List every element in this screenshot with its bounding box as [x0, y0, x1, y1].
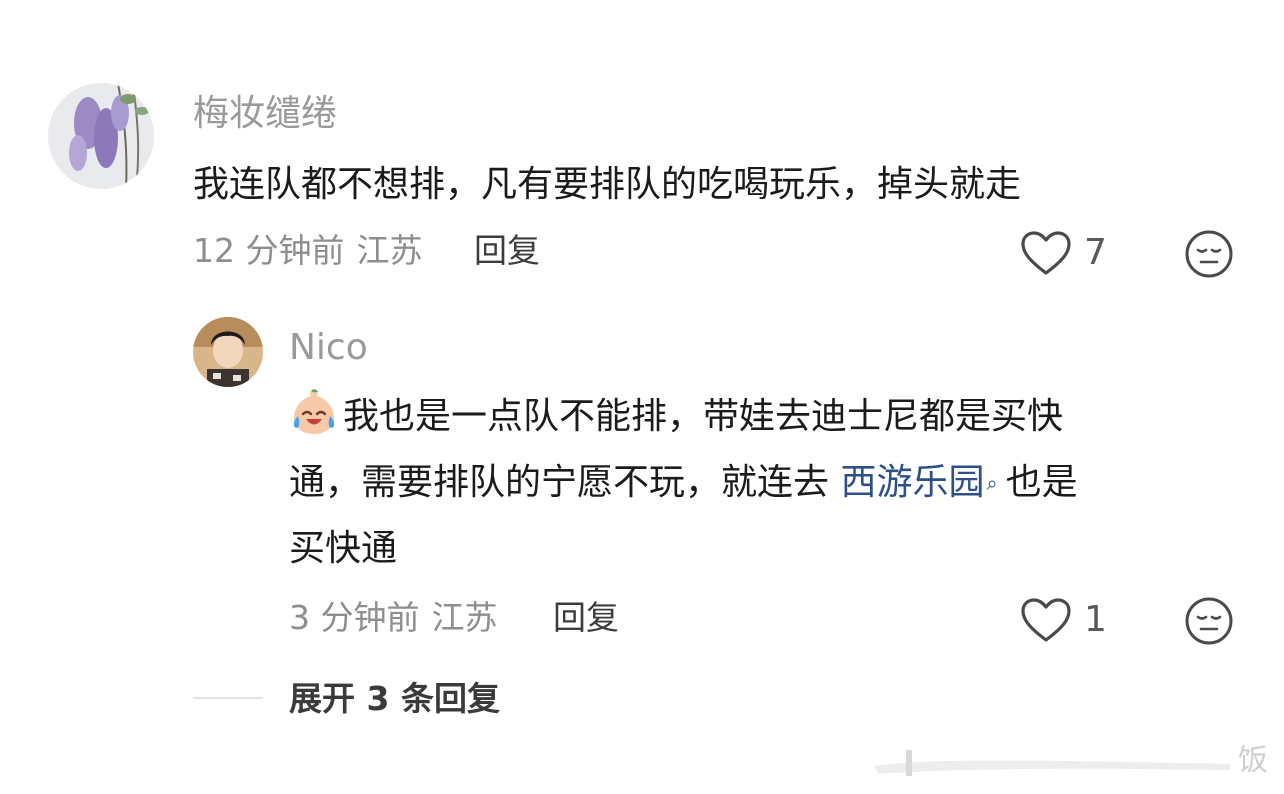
reply-line-3: 买快通	[289, 528, 398, 569]
reply-text-line-1: 我也是一点队不能排，带娃去迪士尼都是买快	[289, 384, 1249, 450]
topic-link-label: 西游乐园	[840, 462, 985, 503]
reply-reply-button[interactable]: 回复	[553, 601, 619, 634]
dislike-button[interactable]	[1184, 229, 1234, 279]
comment-location: 江苏	[356, 231, 423, 270]
neutral-face-icon	[1185, 597, 1233, 645]
reply-dislike-button[interactable]	[1184, 596, 1234, 646]
heart-outline-icon	[1021, 231, 1071, 275]
expand-divider	[193, 697, 263, 699]
watermark: 饭	[870, 740, 1270, 784]
comment-meta: 12 分钟前 江苏	[193, 234, 422, 267]
reply-meta: 3 分钟前 江苏	[289, 601, 498, 634]
portrait-avatar-image	[193, 317, 263, 387]
reply-username[interactable]: Nico	[289, 330, 368, 366]
reply-like-button[interactable]: 1	[1020, 595, 1110, 645]
reply-avatar[interactable]	[193, 317, 263, 387]
reply-button[interactable]: 回复	[474, 234, 540, 267]
reply-like-count: 1	[1084, 599, 1107, 640]
reply-line-2: 通，需要排队的宁愿不玩，就连去	[289, 462, 841, 503]
crying-laughing-emoji-icon	[293, 389, 335, 434]
topic-link[interactable]: 西游乐园 ⌕	[840, 462, 1005, 503]
neutral-face-icon	[1185, 230, 1233, 278]
reply-text: 我也是一点队不能排，带娃去迪士尼都是买快 通，需要排队的宁愿不玩，就连去 西游乐…	[289, 384, 1249, 582]
comment-time: 12 分钟前	[193, 231, 345, 270]
reply-location: 江苏	[431, 598, 498, 637]
reply-line-1: 我也是一点队不能排，带娃去迪士尼都是买快	[343, 396, 1064, 437]
watermark-text: 饭	[1238, 743, 1268, 778]
reply-line-2-tail: 也是	[1005, 462, 1078, 503]
comment-text: 我连队都不想排，凡有要排队的吃喝玩乐，掉头就走	[193, 164, 1022, 205]
heart-outline-icon	[1021, 598, 1071, 642]
reply-text-line-3: 买快通	[289, 516, 1249, 582]
reply-time: 3 分钟前	[289, 598, 420, 637]
watermark-brush-stroke	[874, 750, 1230, 776]
search-icon: ⌕	[986, 471, 998, 495]
avatar[interactable]	[48, 83, 154, 189]
reply-text-line-2: 通，需要排队的宁愿不玩，就连去 西游乐园 ⌕ 也是	[289, 450, 1249, 516]
expand-replies-button[interactable]: 展开 3 条回复	[289, 682, 500, 715]
like-count: 7	[1084, 232, 1107, 273]
wisteria-avatar-image	[48, 83, 154, 189]
like-button[interactable]: 7	[1020, 228, 1110, 278]
comment-username[interactable]: 梅妆缱绻	[193, 96, 337, 132]
